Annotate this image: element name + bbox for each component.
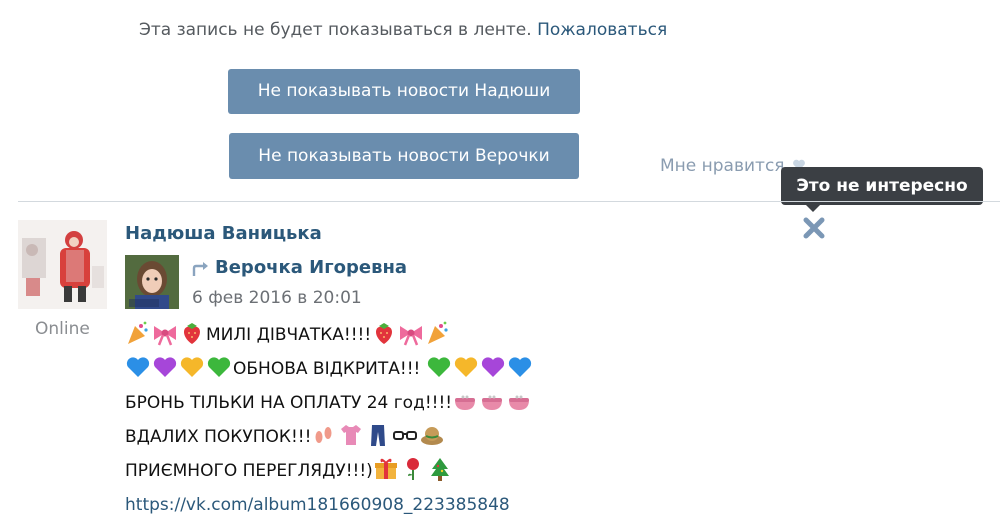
jeans-icon <box>371 425 386 446</box>
post-line-4-text: ВДАЛИХ ПОКУПОК!!! <box>125 427 312 447</box>
party-popper-icon <box>428 321 448 344</box>
eyeglasses-icon <box>393 431 418 440</box>
close-icon[interactable] <box>801 215 827 241</box>
ribbon-icon <box>154 326 176 346</box>
hidden-post-text: Эта запись не будет показываться в ленте… <box>139 20 532 40</box>
purple-heart-icon <box>481 357 504 377</box>
strawberry-icon <box>184 323 200 344</box>
post-text: МИЛІ ДІВЧАТКА!!!! ОБНОВА ВІДКРИТА!!! БРО… <box>125 318 765 517</box>
shirt-icon <box>341 425 362 445</box>
report-link[interactable]: Пожаловаться <box>537 20 667 40</box>
post-line-3-text: БРОНЬ ТІЛЬКИ НА ОПЛАТУ 24 год!!!! <box>125 393 453 413</box>
blue-heart-icon <box>508 357 531 377</box>
post-line-2: ОБНОВА ВІДКРИТА!!! <box>125 352 765 386</box>
green-heart-icon <box>427 357 450 377</box>
repost-author[interactable]: Верочка Игоревна <box>215 257 407 278</box>
yellow-heart-icon <box>454 357 477 377</box>
rose-icon <box>406 458 419 480</box>
yellow-heart-icon <box>180 357 204 377</box>
online-status: Online <box>35 319 90 339</box>
like-label: Мне нравится <box>660 156 785 176</box>
gift-icon <box>374 458 397 479</box>
strawberry-icon <box>376 323 393 344</box>
party-popper-icon <box>128 321 148 344</box>
hide-verochka-news-button[interactable]: Не показывать новости Верочки <box>229 133 579 179</box>
post-line-5: ПРИЄМНОГО ПЕРЕГЛЯДУ!!!) <box>125 454 765 488</box>
post-line-1: МИЛІ ДІВЧАТКА!!!! <box>125 318 765 352</box>
repost-author-avatar[interactable] <box>125 255 179 309</box>
tooltip-arrow <box>806 205 820 212</box>
not-interesting-tooltip: Это не интересно <box>781 167 983 205</box>
author-avatar[interactable] <box>18 220 107 309</box>
purple-heart-icon <box>153 357 177 377</box>
post-date[interactable]: 6 фев 2016 в 20:01 <box>192 288 362 308</box>
blue-heart-icon <box>126 357 150 377</box>
purse-icon <box>482 395 503 410</box>
post-line-2-text: ОБНОВА ВІДКРИТА!!! <box>233 359 426 379</box>
post-line-6: https://vk.com/album181660908_223385848 <box>125 488 765 517</box>
hat-icon <box>421 427 444 445</box>
album-link[interactable]: https://vk.com/album181660908_223385848 <box>125 495 510 515</box>
footprints-icon <box>315 427 332 443</box>
post-line-3: БРОНЬ ТІЛЬКИ НА ОПЛАТУ 24 год!!!! <box>125 386 765 420</box>
purse-icon <box>455 395 476 410</box>
post-line-5-text: ПРИЄМНОГО ПЕРЕГЛЯДУ!!!) <box>125 461 373 481</box>
purse-icon <box>509 395 530 410</box>
hidden-post-notice: Эта запись не будет показываться в ленте… <box>139 20 667 40</box>
ribbon-icon <box>400 326 423 346</box>
post-line-1-text: МИЛІ ДІВЧАТКА!!!! <box>206 325 372 345</box>
divider <box>18 201 1000 202</box>
post-line-4: ВДАЛИХ ПОКУПОК!!! <box>125 420 765 454</box>
repost-icon <box>192 262 208 276</box>
green-heart-icon <box>207 357 231 377</box>
christmas-tree-icon <box>430 458 449 481</box>
hide-nadya-news-button[interactable]: Не показывать новости Надюши <box>228 69 580 114</box>
post-author[interactable]: Надюша Ваницька <box>125 223 322 244</box>
